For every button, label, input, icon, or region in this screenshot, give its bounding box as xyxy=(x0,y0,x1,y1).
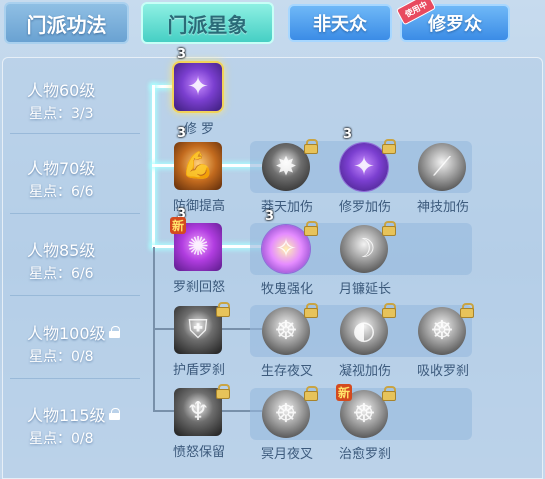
skill-level: 3 xyxy=(343,127,353,142)
lock-icon xyxy=(304,386,318,401)
skill-label: 月镰延长 xyxy=(338,282,391,297)
tab-xiuluo[interactable]: 修罗众 使用中 xyxy=(395,0,510,42)
lock-icon xyxy=(304,303,318,318)
lock-icon xyxy=(382,221,396,236)
skill-level: 3 xyxy=(177,126,187,141)
lock-icon xyxy=(304,221,318,236)
skill-level: 3 xyxy=(265,209,275,224)
star-count-60: 星点：3/3 xyxy=(29,106,94,122)
skill-label: 生存夜叉 xyxy=(260,364,313,379)
star-count-70: 星点：6/6 xyxy=(29,184,94,200)
skill-label: 牧鬼强化 xyxy=(260,282,313,297)
survival-yaksha-icon: ☸ xyxy=(262,307,310,355)
rage-retain-icon: ♆ xyxy=(174,388,222,436)
star-count-85: 星点：6/6 xyxy=(29,266,94,282)
star-count-115: 星点：0/8 xyxy=(29,431,94,447)
row-divider xyxy=(10,213,140,214)
skill-label: 吸收罗刹 xyxy=(416,364,469,379)
lock-icon xyxy=(304,139,318,154)
new-badge: 新 xyxy=(336,384,353,401)
level-title-115: 人物115级 xyxy=(27,402,120,426)
connector-line xyxy=(152,85,174,88)
tab-sect-skills[interactable]: 门派功法 xyxy=(4,2,129,44)
connector-line xyxy=(152,164,174,167)
tab-xiuluo-label: 修罗众 xyxy=(428,14,482,35)
tab-bar: 门派功法 门派星象 非天众 修罗众 使用中 xyxy=(0,0,545,48)
connector-line xyxy=(153,328,174,330)
connector-line xyxy=(153,410,174,412)
moon-scythe-icon: ☽ xyxy=(340,225,388,273)
row-divider xyxy=(10,378,140,379)
tab-sect-stars[interactable]: 门派星象 xyxy=(141,2,274,44)
lock-icon xyxy=(108,408,120,420)
lock-icon xyxy=(460,303,474,318)
asura-damage-icon: ✦ xyxy=(340,143,388,191)
star-count-100: 星点：0/8 xyxy=(29,349,94,365)
row-divider xyxy=(10,133,140,134)
connector-line xyxy=(152,245,174,248)
lock-icon xyxy=(216,384,230,399)
nether-moon-yaksha-icon: ☸ xyxy=(262,390,310,438)
skill-level: 3 xyxy=(177,47,187,62)
skill-label: 冥月夜叉 xyxy=(260,447,313,462)
skill-label: 修 罗 xyxy=(183,122,215,137)
level-title-85: 人物85级 xyxy=(27,241,96,260)
skill-label: 罗刹回怒 xyxy=(172,280,225,295)
lock-icon xyxy=(382,303,396,318)
skill-label: 治愈罗刹 xyxy=(338,447,391,462)
divine-skill-icon: ⟋ xyxy=(418,143,466,191)
level-title-60: 人物60级 xyxy=(27,81,96,100)
skill-label: 莽天加伤 xyxy=(260,200,313,215)
lock-icon xyxy=(216,302,230,317)
ghost-herding-icon: ✧ xyxy=(262,225,310,273)
asura-icon: ✦ xyxy=(174,63,222,111)
skill-label: 修罗加伤 xyxy=(338,200,391,215)
level-title-100: 人物100级 xyxy=(27,320,120,344)
new-badge: 新 xyxy=(170,217,187,234)
skill-label: 神技加伤 xyxy=(416,200,469,215)
defense-up-icon: 💪 xyxy=(174,142,222,190)
shield-rakshasa-icon: ⛨ xyxy=(174,306,222,354)
row-divider xyxy=(10,295,140,296)
tab-feitian[interactable]: 非天众 xyxy=(288,4,392,42)
lock-icon xyxy=(382,139,396,154)
absorb-rakshasa-icon: ☸ xyxy=(418,307,466,355)
lock-icon xyxy=(382,386,396,401)
level-title-70: 人物70级 xyxy=(27,159,96,178)
skill-label: 防御提高 xyxy=(172,199,225,214)
sky-damage-icon: ✸ xyxy=(262,143,310,191)
lock-icon xyxy=(108,326,120,338)
skill-label: 凝视加伤 xyxy=(338,364,391,379)
gaze-damage-icon: ◐ xyxy=(340,307,388,355)
skill-label: 愤怒保留 xyxy=(172,445,225,460)
skill-label: 护盾罗刹 xyxy=(172,363,225,378)
